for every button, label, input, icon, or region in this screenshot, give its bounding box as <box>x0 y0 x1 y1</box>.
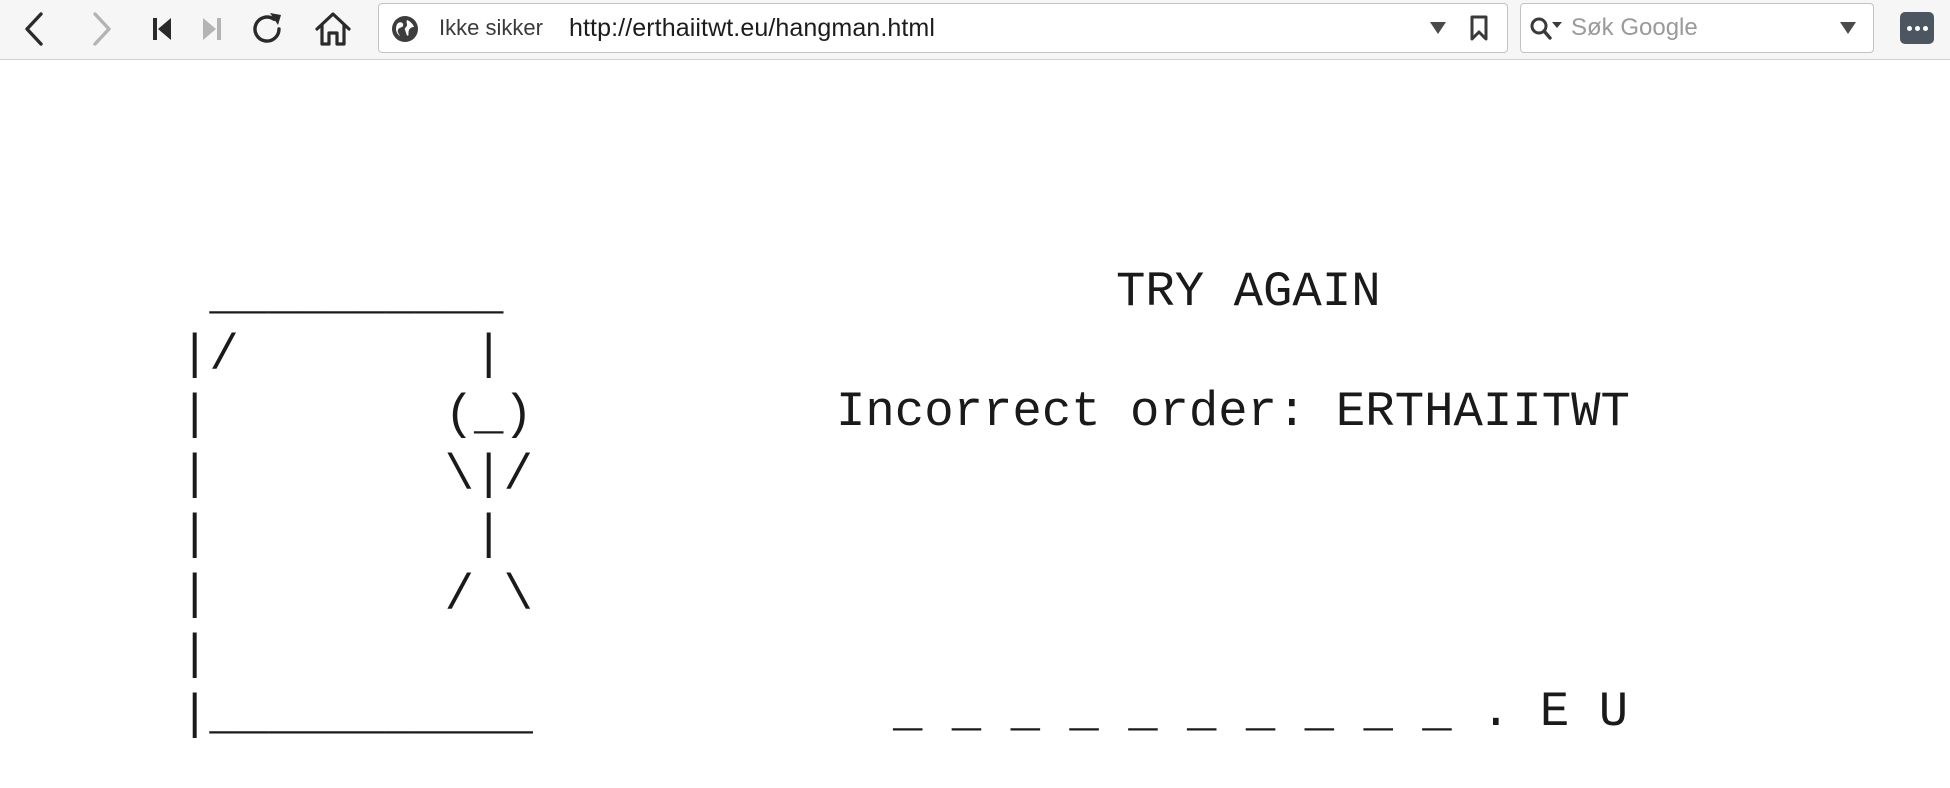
security-label[interactable]: Ikke sikker <box>439 4 543 52</box>
home-icon <box>315 12 351 46</box>
game-status: TRY AGAIN <box>1116 264 1381 320</box>
forward-icon <box>93 12 111 46</box>
menu-icon <box>1906 25 1928 31</box>
search-bar[interactable] <box>1520 3 1874 53</box>
back-button[interactable] <box>12 8 56 50</box>
hangman-gallows-art: __________ |/ | | (_) | \|/ | | | / \ | … <box>180 267 533 743</box>
reload-icon <box>253 13 281 43</box>
url-text[interactable]: http://erthaiitwt.eu/hangman.html <box>569 4 935 52</box>
forward-button[interactable] <box>80 8 124 50</box>
search-icon[interactable] <box>1529 16 1563 42</box>
back-icon <box>25 12 43 46</box>
reload-button[interactable] <box>245 8 289 50</box>
skip-last-icon <box>203 18 221 40</box>
skip-last-button[interactable] <box>190 8 234 50</box>
address-bar[interactable]: Ikke sikker http://erthaiitwt.eu/hangman… <box>378 3 1508 53</box>
bookmark-icon[interactable] <box>1469 15 1489 41</box>
word-display: _ _ _ _ _ _ _ _ _ _ . E U <box>893 684 1629 740</box>
menu-button[interactable] <box>1900 12 1934 44</box>
skip-first-button[interactable] <box>140 8 184 50</box>
chevron-down-icon[interactable] <box>1429 20 1447 36</box>
home-button[interactable] <box>311 8 355 50</box>
browser-toolbar: Ikke sikker http://erthaiitwt.eu/hangman… <box>0 0 1950 60</box>
skip-first-icon <box>153 18 171 40</box>
search-input[interactable] <box>1571 4 1831 52</box>
chevron-down-icon[interactable] <box>1839 20 1857 36</box>
globe-icon[interactable] <box>391 15 419 43</box>
game-message: Incorrect order: ERTHAIITWT <box>836 384 1630 440</box>
